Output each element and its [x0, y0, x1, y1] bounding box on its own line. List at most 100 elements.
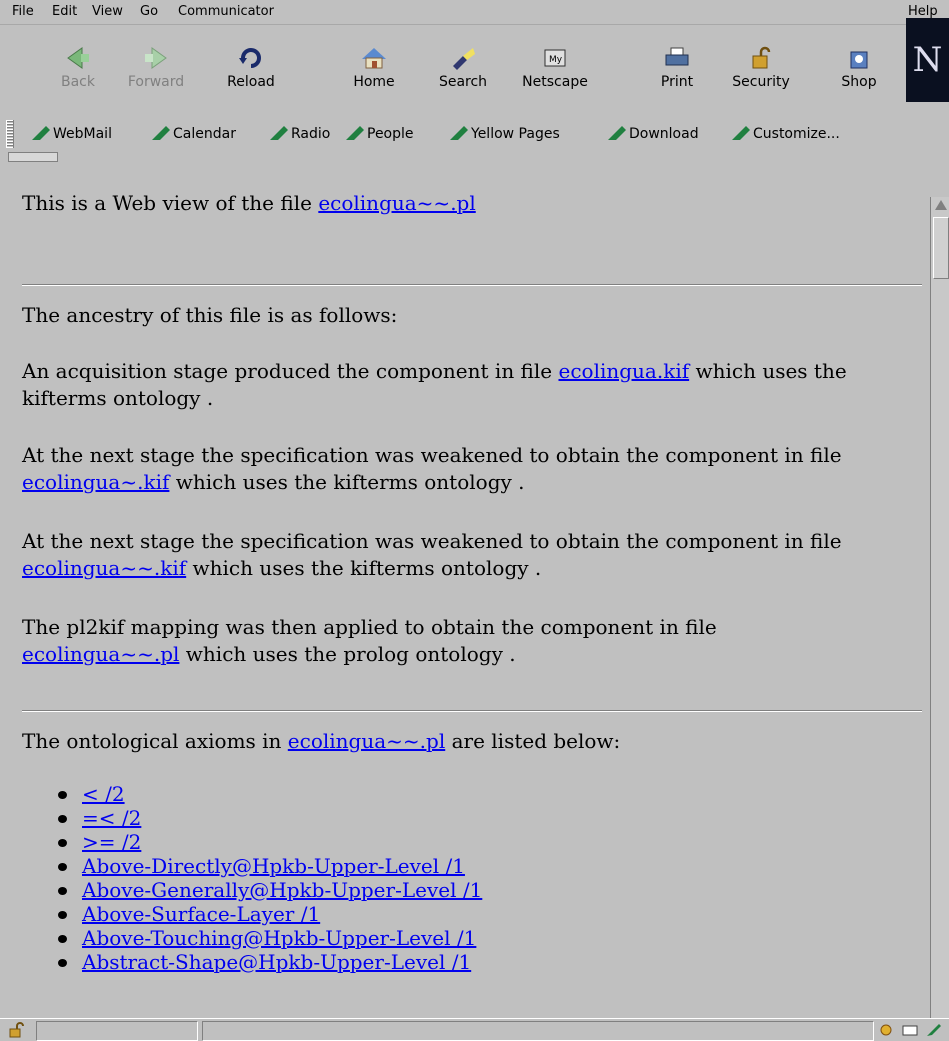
reload-icon: [239, 48, 261, 68]
list-item: Abstract-Shape@Hpkb-Upper-Level /1: [58, 950, 482, 974]
ancestry-text: An acquisition stage produced the compon…: [22, 359, 559, 383]
reload-button[interactable]: Reload: [216, 40, 286, 106]
bookmark-customize[interactable]: Customize...: [732, 126, 840, 142]
forward-button[interactable]: Forward: [121, 40, 191, 106]
axiom-link[interactable]: Abstract-Shape@Hpkb-Upper-Level /1: [82, 950, 471, 974]
netscape-button[interactable]: My Netscape: [520, 40, 590, 106]
bookmark-webmail[interactable]: WebMail: [32, 126, 112, 142]
axiom-link[interactable]: < /2: [82, 782, 125, 806]
menu-edit[interactable]: Edit: [52, 4, 77, 19]
security-label: Security: [732, 74, 790, 90]
scroll-thumb[interactable]: [933, 217, 949, 279]
menu-file[interactable]: File: [12, 4, 34, 19]
shop-bag-icon: [850, 51, 868, 69]
bookmark-pencil-icon: [270, 126, 288, 140]
list-item: >= /2: [58, 830, 482, 854]
composer-pencil-icon[interactable]: [926, 1023, 942, 1037]
reload-label: Reload: [227, 74, 275, 90]
ancestry-paragraph-1: An acquisition stage produced the compon…: [22, 358, 917, 412]
forward-label: Forward: [127, 74, 185, 90]
print-label: Print: [660, 74, 694, 90]
list-item: Above-Touching@Hpkb-Upper-Level /1: [58, 926, 482, 950]
forward-arrow-icon: [145, 47, 167, 69]
bookmark-label: Calendar: [173, 126, 236, 142]
bookmark-label: Radio: [291, 126, 331, 142]
my-netscape-icon: My: [544, 49, 566, 67]
search-button[interactable]: Search: [428, 40, 498, 106]
axiom-link[interactable]: Above-Generally@Hpkb-Upper-Level /1: [82, 878, 482, 902]
printer-icon: [665, 47, 689, 66]
scroll-up-arrow-icon[interactable]: [935, 200, 947, 210]
back-label: Back: [61, 74, 95, 90]
menu-view[interactable]: View: [92, 4, 123, 19]
status-message-field: [202, 1021, 874, 1041]
shop-button[interactable]: Shop: [824, 40, 894, 106]
bookmark-label: Download: [629, 126, 699, 142]
bookmark-pencil-icon: [608, 126, 626, 140]
page-content: This is a Web view of the file ecolingua…: [0, 162, 930, 1032]
security-button[interactable]: Security: [726, 40, 796, 106]
bookmark-label: WebMail: [53, 126, 112, 142]
ecolingua-kif-link[interactable]: ecolingua.kif: [558, 359, 689, 383]
bookmark-pencil-icon: [32, 126, 50, 140]
home-button[interactable]: Home: [339, 40, 409, 106]
progress-field: [36, 1021, 198, 1041]
ancestry-paragraph-2: At the next stage the specification was …: [22, 442, 917, 496]
bookmark-label: People: [367, 126, 414, 142]
list-item: Above-Directly@Hpkb-Upper-Level /1: [58, 854, 482, 878]
vertical-scrollbar[interactable]: [930, 197, 949, 1020]
netscape-logo[interactable]: N: [906, 18, 949, 102]
list-item: Above-Surface-Layer /1: [58, 902, 482, 926]
bookmark-download[interactable]: Download: [608, 126, 699, 142]
ecolingua-kif-weakened2-link[interactable]: ecolingua~~.kif: [22, 556, 186, 580]
netscape-label: Netscape: [522, 74, 588, 90]
component-navigator-icon[interactable]: [878, 1023, 894, 1037]
ancestry-heading: The ancestry of this file is as follows:: [22, 303, 398, 327]
axioms-text: are listed below:: [445, 729, 621, 753]
axiom-list: < /2 =< /2 >= /2 Above-Directly@Hpkb-Upp…: [58, 782, 482, 974]
axiom-link[interactable]: >= /2: [82, 830, 141, 854]
intro-text: This is a Web view of the file: [22, 191, 319, 215]
bookmark-pencil-icon: [346, 126, 364, 140]
bookmark-people[interactable]: People: [346, 126, 414, 142]
ancestry-text: At the next stage the specification was …: [22, 443, 842, 467]
home-icon: [362, 48, 386, 69]
axiom-link[interactable]: =< /2: [82, 806, 141, 830]
back-button[interactable]: Back: [43, 40, 113, 106]
horizontal-rule: [22, 710, 922, 712]
intro-paragraph: This is a Web view of the file ecolingua…: [22, 190, 917, 217]
search-flashlight-icon: [453, 48, 475, 70]
bookmark-calendar[interactable]: Calendar: [152, 126, 236, 142]
navigation-toolbar: Back Forward Reload Home Search My Netsc…: [0, 38, 949, 116]
intro-file-link[interactable]: ecolingua~~.pl: [318, 191, 475, 215]
ecolingua-kif-weakened-link[interactable]: ecolingua~.kif: [22, 470, 169, 494]
security-lock-icon[interactable]: [8, 1022, 26, 1038]
bookmark-pencil-icon: [732, 126, 750, 140]
ancestry-text: At the next stage the specification was …: [22, 529, 842, 553]
ancestry-paragraph-3: At the next stage the specification was …: [22, 528, 917, 582]
axioms-text: The ontological axioms in: [22, 729, 288, 753]
personal-toolbar: WebMail Calendar Radio People Yellow Pag…: [0, 120, 949, 150]
bookmark-yellow-pages[interactable]: Yellow Pages: [450, 126, 560, 142]
ecolingua-pl-link[interactable]: ecolingua~~.pl: [22, 642, 179, 666]
mail-icon[interactable]: [902, 1023, 918, 1037]
ancestry-text: The pl2kif mapping was then applied to o…: [22, 615, 717, 639]
axiom-link[interactable]: Above-Touching@Hpkb-Upper-Level /1: [82, 926, 476, 950]
menu-go[interactable]: Go: [140, 4, 158, 19]
axiom-link[interactable]: Above-Directly@Hpkb-Upper-Level /1: [82, 854, 465, 878]
axiom-link[interactable]: Above-Surface-Layer /1: [82, 902, 320, 926]
collapsed-toolbar-tab[interactable]: [8, 152, 58, 162]
axioms-heading: The ontological axioms in ecolingua~~.pl…: [22, 728, 917, 755]
menu-bar: File Edit View Go Communicator Help: [0, 0, 949, 25]
bookmark-pencil-icon: [450, 126, 468, 140]
horizontal-rule: [22, 284, 922, 286]
menu-help[interactable]: Help: [908, 4, 938, 19]
list-item: Above-Generally@Hpkb-Upper-Level /1: [58, 878, 482, 902]
axioms-file-link[interactable]: ecolingua~~.pl: [288, 729, 445, 753]
bookmark-radio[interactable]: Radio: [270, 126, 330, 142]
print-button[interactable]: Print: [642, 40, 712, 106]
ancestry-paragraph-4: The pl2kif mapping was then applied to o…: [22, 614, 782, 668]
bookmark-label: Yellow Pages: [471, 126, 560, 142]
ancestry-text: which uses the kifterms ontology .: [186, 556, 542, 580]
menu-communicator[interactable]: Communicator: [178, 4, 274, 19]
